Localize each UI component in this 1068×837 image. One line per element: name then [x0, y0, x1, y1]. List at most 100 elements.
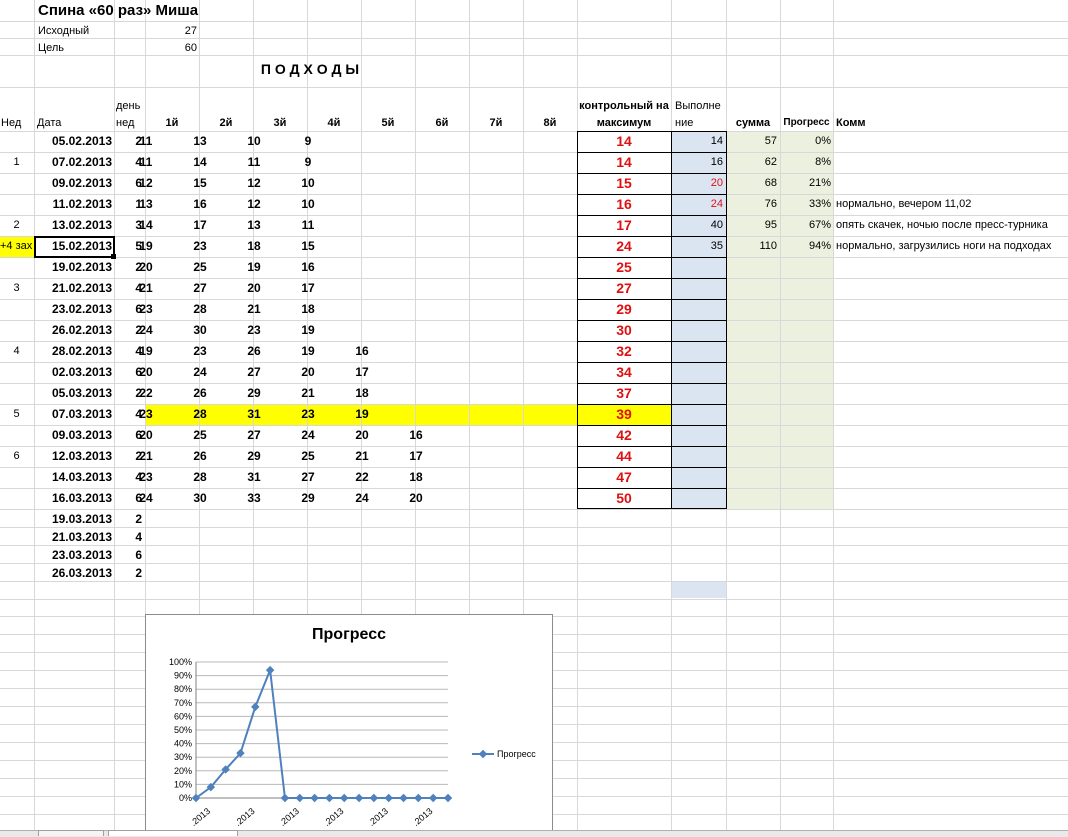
chart-y-tick-label: 10% [174, 779, 192, 789]
chart-y-tick-label: 0% [179, 793, 192, 803]
header-set-3: 3й [273, 117, 287, 129]
chart-y-tick-label: 90% [174, 671, 192, 681]
row-progress: 21% [808, 177, 831, 189]
extra-row-date: 23.03.2013 [51, 548, 112, 562]
row-set-3: 31 [247, 470, 261, 484]
header-sum: сумма [735, 117, 771, 129]
chart-y-tick-label: 40% [174, 739, 192, 749]
done-cell-border [671, 257, 727, 279]
extra-row-date: 19.03.2013 [51, 512, 112, 526]
gridline-horizontal [0, 87, 1068, 88]
gridline-horizontal [0, 563, 1068, 564]
gridline-horizontal [0, 527, 1068, 528]
row-set-3: 19 [247, 260, 261, 274]
row-set-5: 20 [355, 428, 369, 442]
row-set-5: 17 [355, 365, 369, 379]
sheet-title: Спина «60 раз» Миша [38, 2, 199, 19]
gridline-horizontal [0, 404, 1068, 405]
row-done: 20 [710, 177, 723, 189]
chart-x-tick-label: .2013 [366, 806, 390, 828]
row-sum: 57 [764, 135, 777, 147]
row-set-1: 19 [139, 239, 153, 253]
row-set-1: 20 [139, 428, 153, 442]
extra-row-day: 2 [135, 512, 142, 526]
gridline-horizontal [0, 152, 1068, 153]
gridline-horizontal [0, 215, 1068, 216]
active-cell[interactable] [34, 236, 115, 258]
row-set-4: 19 [301, 344, 315, 358]
chart-data-point [325, 793, 334, 803]
row-progress: 8% [815, 156, 831, 168]
row-control: 32 [616, 343, 632, 359]
row-set-4: 23 [301, 407, 315, 421]
row-control: 44 [616, 448, 632, 464]
row-date: 28.02.2013 [51, 344, 112, 358]
row-sum: 68 [764, 177, 777, 189]
row-week: 3 [13, 282, 20, 294]
row-set-3: 12 [247, 176, 261, 190]
chart-x-tick-label: .2013 [411, 806, 435, 828]
row-set-4: 16 [301, 260, 315, 274]
row-sum: 76 [764, 198, 777, 210]
header-set-8: 8й [543, 117, 557, 129]
row-set-4: 17 [301, 281, 315, 295]
row-progress: 33% [808, 198, 831, 210]
row-set-5: 22 [355, 470, 369, 484]
chart-x-tick-label: .2013 [322, 806, 346, 828]
row-date: 14.03.2013 [51, 470, 112, 484]
row-set-4: 25 [301, 449, 315, 463]
row-set-2: 25 [193, 260, 207, 274]
progress-chart[interactable]: Прогресс 0% 10% 20% 30% 40% 50% 60% 70% 80% 90% 10… [145, 614, 553, 836]
row-set-1: 22 [139, 386, 153, 400]
sheet-tab-active[interactable] [108, 830, 238, 836]
header-ned: Нед [1, 117, 22, 129]
row-set-1: 23 [139, 407, 153, 421]
chart-data-point [369, 793, 379, 803]
chart-legend-marker [478, 749, 488, 759]
row-set-3: 33 [247, 491, 261, 505]
gridline-horizontal [0, 131, 1068, 132]
gridline-horizontal [0, 194, 1068, 195]
row-set-3: 29 [247, 449, 261, 463]
done-cell-border [671, 467, 727, 489]
gridline-horizontal [0, 488, 1068, 489]
row-set-3: 21 [247, 302, 261, 316]
done-cell-border [671, 362, 727, 384]
chart-y-tick-label: 30% [174, 752, 192, 762]
row-set-2: 26 [193, 386, 207, 400]
header-day-2: нед [116, 117, 135, 129]
control-bottom-border [577, 508, 727, 509]
row-set-4: 15 [301, 239, 315, 253]
row-date: 05.03.2013 [51, 386, 112, 400]
fill-handle[interactable] [111, 254, 116, 259]
chart-x-tick-label: .2013 [188, 806, 212, 828]
row-set-5: 24 [355, 491, 369, 505]
chart-data-point [295, 793, 305, 803]
row-control: 17 [616, 217, 632, 233]
row-set-6: 17 [409, 449, 423, 463]
gridline-horizontal [0, 320, 1068, 321]
row-set-2: 14 [193, 155, 207, 169]
chart-y-tick-label: 20% [174, 766, 192, 776]
row-set-1: 21 [139, 281, 153, 295]
row-done: 40 [710, 219, 723, 231]
done-cell-border [671, 425, 727, 447]
chart-y-tick-label: 60% [174, 711, 192, 721]
done-cell-border [671, 383, 727, 405]
row-control: 24 [616, 238, 632, 254]
sheet-tab[interactable] [38, 830, 104, 836]
row-week: 5 [13, 408, 20, 420]
chart-y-tick-label: 80% [174, 684, 192, 694]
gridline-horizontal [0, 257, 1068, 258]
row-set-2: 23 [193, 239, 207, 253]
chart-y-tick-label: 50% [174, 725, 192, 735]
row-set-1: 11 [139, 155, 153, 169]
done-cell-border [671, 278, 727, 300]
row-set-6: 18 [409, 470, 423, 484]
row-week: 4 [13, 345, 20, 357]
row-progress: 67% [808, 219, 831, 231]
gridline-horizontal [0, 299, 1068, 300]
gridline-horizontal [0, 545, 1068, 546]
chart-data-point [384, 793, 393, 803]
done-cell-border [671, 446, 727, 468]
